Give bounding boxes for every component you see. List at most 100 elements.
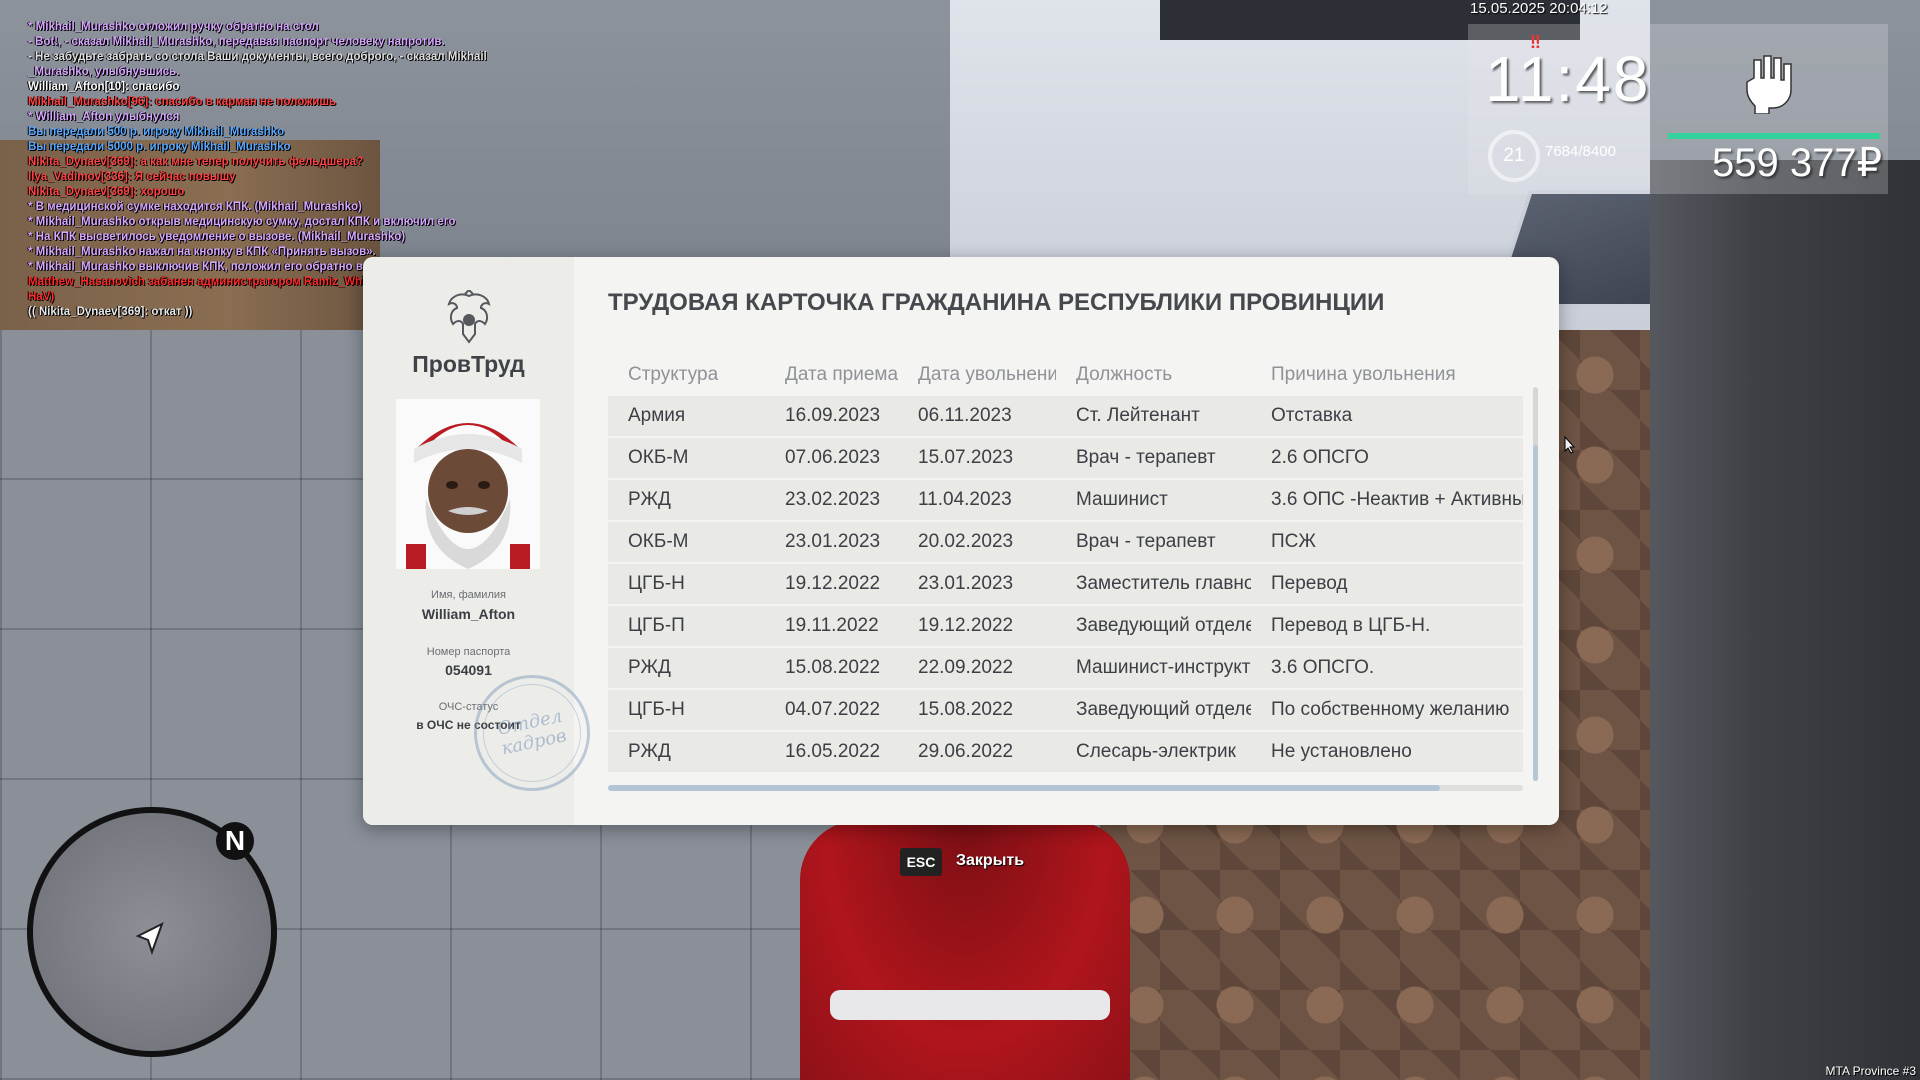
player-arrow-icon <box>135 921 164 956</box>
stamp-text-line1: Отдел <box>495 705 564 740</box>
citizen-photo <box>396 399 540 569</box>
table-cell: Перевод <box>1271 573 1348 594</box>
chat-line: Ilya_Vadimov[336]: Я сейчас повышу <box>28 171 236 183</box>
chat-line: Вы передали 500 р. игроку Mikhail_Murash… <box>28 126 285 138</box>
table-cell: 3.6 ОПСГО. <box>1271 657 1375 678</box>
table-cell: 23.01.2023 <box>785 531 881 552</box>
column-header: Структура <box>628 364 719 385</box>
table-cell: 19.11.2022 <box>785 615 879 636</box>
table-cell: 11.04.2023 <box>918 489 1012 510</box>
table-body[interactable]: Армия 16.09.2023 06.11.2023 Ст. Лейтенант От… <box>608 396 1523 772</box>
hud-clock: 11:48 <box>1485 43 1651 115</box>
table-cell: 06.11.2023 <box>918 405 1012 426</box>
table-cell: ОКБ-М <box>628 531 689 552</box>
table-row[interactable]: Армия 16.09.2023 06.11.2023 Ст. Лейтенант От… <box>608 396 1523 436</box>
table-row[interactable]: РЖД 23.02.2023 11.04.2023 Машинист 3.6 ОПС -… <box>608 480 1523 520</box>
table-cell: 15.08.2022 <box>918 699 1014 720</box>
table-cell: Врач - терапевт <box>1076 447 1216 468</box>
table-cell: 23.01.2023 <box>918 573 1014 594</box>
chat-line: - Bot!, - сказал Mikhail_Murashko, перед… <box>28 36 445 48</box>
chat-line: Nikita_Dynaev[369]: а как мне тепер полу… <box>28 156 364 168</box>
chat-line: Mikhail_Murashko[96]: спасибо в карман н… <box>28 96 337 108</box>
hunger-warning-icon: ‼ <box>1530 32 1541 52</box>
table-cell: Заведующий отделе <box>1076 615 1251 636</box>
chat-line: * Mikhail_Murashko открыв медицинскую су… <box>28 216 456 228</box>
table-cell: ОКБ-М <box>628 447 689 468</box>
chat-line: - Не забудьте забрать со стола Ваши доку… <box>28 51 487 63</box>
name-label: Имя, фамилия <box>431 589 506 601</box>
table-cell: 15.08.2022 <box>785 657 881 678</box>
table-row[interactable]: ЦГБ-Н 04.07.2022 15.08.2022 Заведующий отде… <box>608 690 1523 730</box>
passport-label: Номер паспорта <box>426 646 511 658</box>
table-cell: 19.12.2022 <box>918 615 1014 636</box>
table-cell: Заместитель главног <box>1076 573 1251 594</box>
table-cell: Машинист-инструкт <box>1076 657 1251 678</box>
table-cell: Заведующий отделе <box>1076 699 1251 720</box>
health-bar <box>1668 133 1880 139</box>
table-cell: Отставка <box>1271 405 1353 426</box>
table-cell: 3.6 ОПС -Неактив + Активны <box>1271 489 1523 510</box>
chat-line: * В медицинской сумке находится КПК. (Mi… <box>28 201 362 213</box>
column-header: Причина увольнения <box>1271 364 1456 385</box>
table-row[interactable]: ОКБ-М 23.01.2023 20.02.2023 Врач - терапевт… <box>608 522 1523 562</box>
dialog-title: ТРУДОВАЯ КАРТОЧКА ГРАЖДАНИНА РЕСПУБЛИКИ … <box>608 289 1385 316</box>
table-cell: 15.07.2023 <box>918 447 1014 468</box>
table-cell: 29.06.2022 <box>918 741 1014 762</box>
table-row[interactable]: ЦГБ-Н 19.12.2022 23.01.2023 Заместитель гла… <box>608 564 1523 604</box>
employment-history-table: Структура Дата приема Дата увольнени Дол… <box>608 354 1523 774</box>
table-cell: Армия <box>628 405 686 426</box>
horizontal-scroll-thumb[interactable] <box>608 785 1440 791</box>
table-cell: РЖД <box>628 657 671 678</box>
table-cell: РЖД <box>628 489 671 510</box>
name-value: William_Afton <box>421 606 516 622</box>
player-character-fur <box>830 990 1110 1020</box>
table-cell: Машинист <box>1076 489 1168 510</box>
close-button[interactable]: Закрыть <box>956 852 1024 870</box>
door-frame <box>1650 160 1920 1080</box>
horizontal-scrollbar[interactable] <box>608 785 1523 791</box>
chat-line: * William_Afton улыбнулся <box>28 111 180 123</box>
table-cell: 16.05.2022 <box>785 741 881 762</box>
table-row[interactable]: РЖД 15.08.2022 22.09.2022 Машинист-инструкт… <box>608 648 1523 688</box>
level-indicator: 21 <box>1488 130 1540 182</box>
table-cell: 07.06.2023 <box>785 447 881 468</box>
table-header: Структура Дата приема Дата увольнени Дол… <box>608 354 1523 396</box>
column-header: Дата приема <box>785 364 898 385</box>
table-cell: По собственному желанию <box>1271 699 1510 720</box>
chat-line: Вы передали 5000 р. игроку Mikhail_Muras… <box>28 141 291 153</box>
hud-datetime: 15.05.2025 20:04:12 <box>1470 0 1608 17</box>
chat-line: * Mikhail_Murashko отложил ручку обратно… <box>28 21 319 33</box>
table-row[interactable]: ЦГБ-П 19.11.2022 19.12.2022 Заведующий отде… <box>608 606 1523 646</box>
table-cell: 23.02.2023 <box>785 489 881 510</box>
table-cell: 19.12.2022 <box>785 573 881 594</box>
experience-text: 7684/8400 <box>1545 143 1616 160</box>
table-cell: 22.09.2022 <box>918 657 1014 678</box>
column-header: Должность <box>1076 364 1173 385</box>
table-cell: Перевод в ЦГБ-Н. <box>1271 615 1431 636</box>
chat-line: Nikita_Dynaev[369]: хорошо <box>28 186 185 198</box>
table-cell: ЦГБ-П <box>628 615 685 636</box>
esc-key-hint[interactable]: ESC <box>900 848 942 876</box>
vertical-scroll-thumb[interactable] <box>1533 445 1538 781</box>
stamp-text-line2: кадров <box>499 725 569 760</box>
table-cell: 04.07.2022 <box>785 699 881 720</box>
table-row[interactable]: РЖД 16.05.2022 29.06.2022 Слесарь-электрик Н… <box>608 732 1523 772</box>
table-cell: 20.02.2023 <box>918 531 1014 552</box>
vertical-scrollbar[interactable] <box>1533 387 1538 781</box>
chat-line: _Murashko, улыбнувшись. <box>28 66 180 78</box>
table-cell: Не установлено <box>1271 741 1412 762</box>
money-balance: 559 377₽ <box>1712 141 1883 185</box>
table-cell: Ст. Лейтенант <box>1076 405 1200 426</box>
organization-name: ПровТруд <box>412 351 525 377</box>
table-cell: РЖД <box>628 741 671 762</box>
table-row[interactable]: ОКБ-М 07.06.2023 15.07.2023 Врач - терапевт… <box>608 438 1523 478</box>
table-cell: Врач - терапевт <box>1076 531 1216 552</box>
chat-line: * На КПК высветилось уведомление о вызов… <box>28 231 406 243</box>
table-cell: 16.09.2023 <box>785 405 881 426</box>
mouse-cursor-icon <box>1564 436 1576 454</box>
table-cell: ЦГБ-Н <box>628 573 685 594</box>
table-cell: Слесарь-электрик <box>1076 741 1236 762</box>
table-cell: ЦГБ-Н <box>628 699 685 720</box>
employment-card-dialog: ПровТруд Имя, фамилия William_Afton Номе… <box>363 257 1559 825</box>
table-cell: ПСЖ <box>1271 531 1316 552</box>
